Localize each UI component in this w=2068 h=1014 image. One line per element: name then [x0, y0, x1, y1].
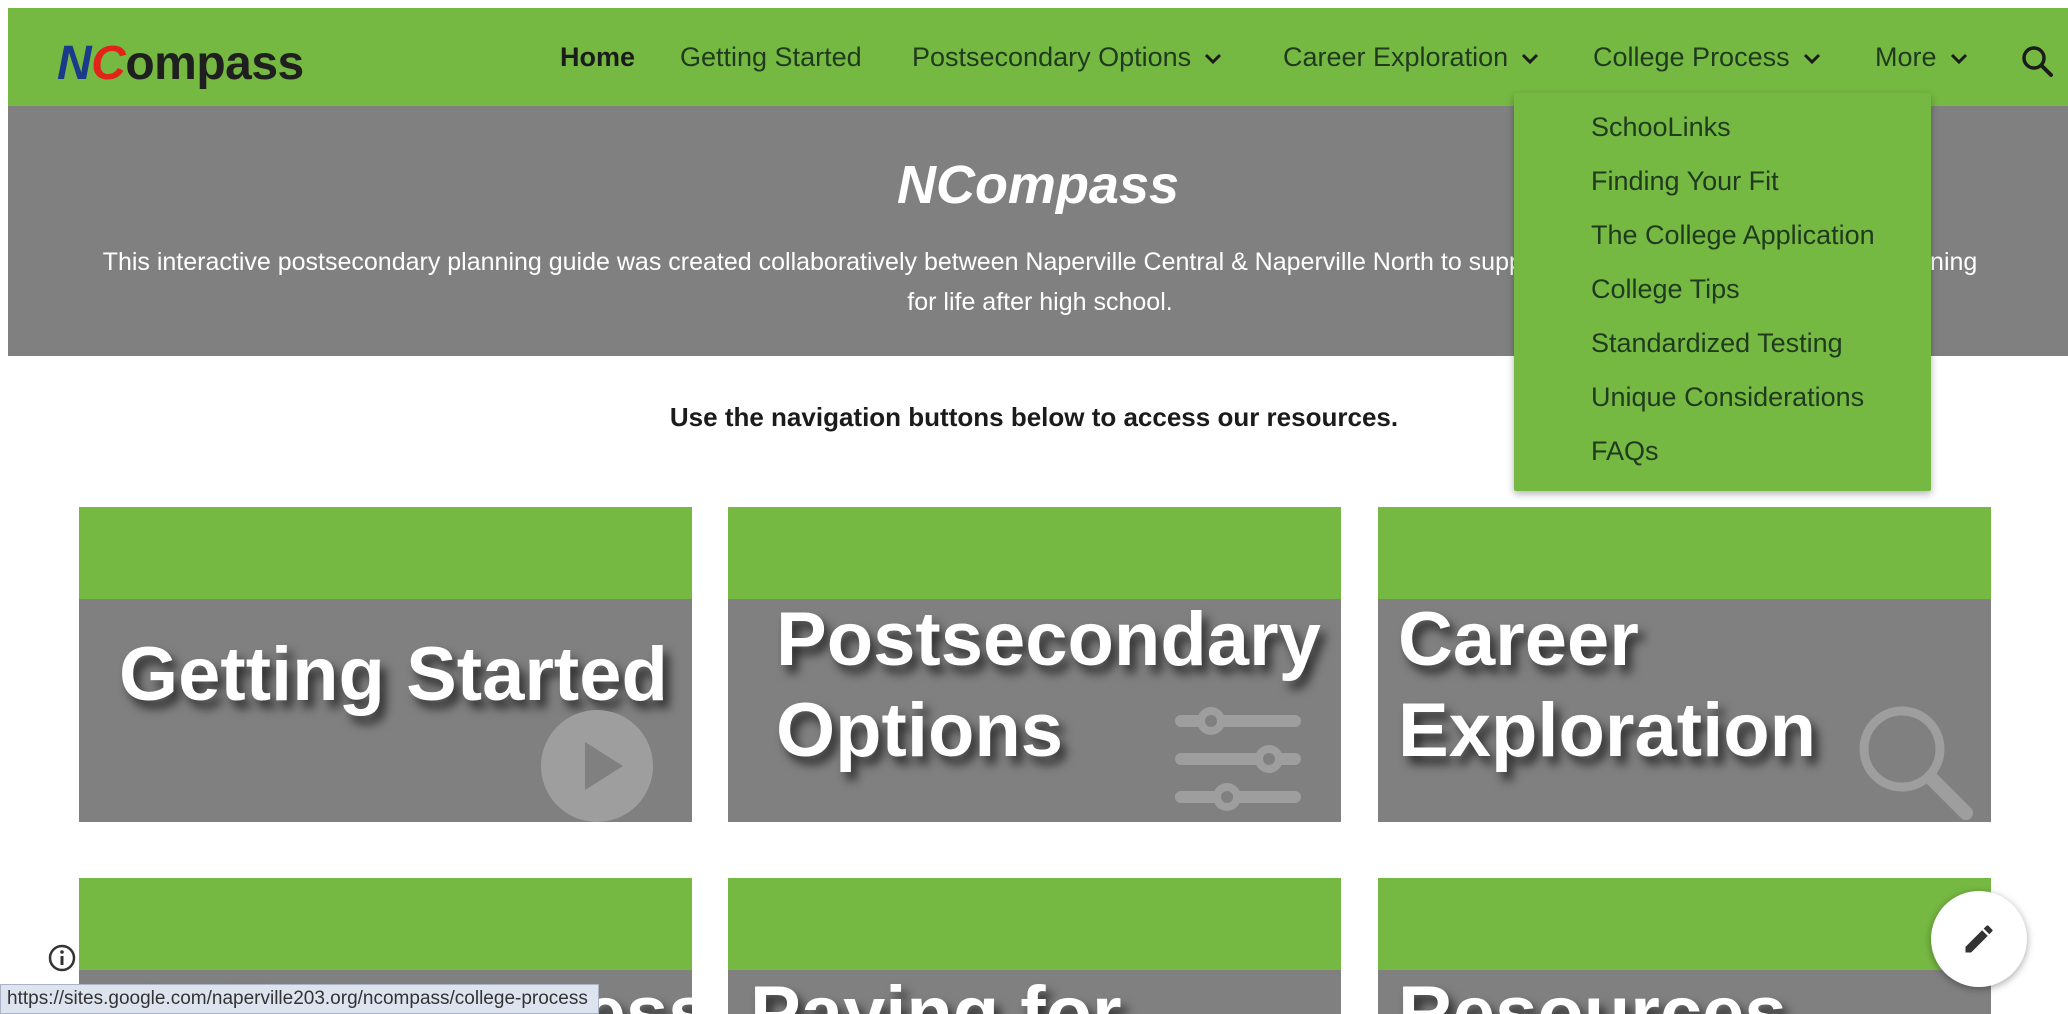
nav-getting-started[interactable]: Getting Started: [680, 8, 862, 106]
card-title-line1: Postsecondary: [776, 597, 1321, 682]
nav-postsecondary-options[interactable]: Postsecondary Options: [912, 8, 1223, 106]
status-bar-url: https://sites.google.com/naperville203.o…: [0, 984, 599, 1014]
dropdown-item-unique-considerations[interactable]: Unique Considerations: [1591, 382, 1864, 413]
nav-college-process[interactable]: College Process: [1593, 8, 1822, 106]
chevron-down-icon: [1522, 53, 1539, 65]
card-title-line1: Career: [1398, 597, 1639, 682]
nav-more[interactable]: More: [1875, 8, 1969, 106]
card-band: [728, 507, 1341, 599]
card-title-line2: Exploration: [1398, 688, 1817, 773]
info-icon[interactable]: [47, 943, 77, 973]
nav-home-label: Home: [560, 41, 636, 72]
pencil-icon: [1965, 925, 1993, 953]
card-title: Resources: [1398, 971, 1787, 1014]
dropdown-item-faqs[interactable]: FAQs: [1591, 436, 1659, 467]
nav-career-label: Career Exploration: [1283, 41, 1509, 72]
logo-letter-c: C: [91, 37, 126, 90]
search-icon[interactable]: [2020, 44, 2054, 78]
nav-postsecondary-label: Postsecondary Options: [912, 41, 1192, 72]
college-process-dropdown: SchooLinks Finding Your Fit The College …: [1514, 93, 1931, 491]
card-band: [79, 507, 692, 599]
site-header: NCompass Home Getting Started Postsecond…: [8, 8, 2068, 106]
play-icon: [541, 710, 653, 822]
logo-rest: ompass: [125, 37, 304, 90]
card-postsecondary-options[interactable]: Postsecondary Options: [728, 507, 1341, 822]
nav-getting-started-label: Getting Started: [680, 41, 862, 72]
card-band: [1378, 878, 1991, 970]
chevron-down-icon: [1205, 53, 1222, 65]
card-resources[interactable]: Resources: [1378, 878, 1991, 1014]
card-band: [1378, 507, 1991, 599]
card-band: [79, 878, 692, 970]
dropdown-item-standardized-testing[interactable]: Standardized Testing: [1591, 328, 1843, 359]
nav-college-label: College Process: [1593, 41, 1790, 72]
card-title-line2: Options: [776, 688, 1064, 773]
card-title: Getting Started: [119, 632, 668, 717]
sliders-icon: [1175, 707, 1301, 811]
card-band: [728, 878, 1341, 970]
chevron-down-icon: [1803, 53, 1820, 65]
chevron-down-icon: [1950, 53, 1967, 65]
card-title: Paying for: [750, 971, 1122, 1014]
card-career-exploration[interactable]: Career Exploration: [1378, 507, 1991, 822]
edit-button[interactable]: [1931, 891, 2027, 987]
dropdown-item-schoolinks[interactable]: SchooLinks: [1591, 112, 1731, 143]
site-logo[interactable]: NCompass: [57, 36, 304, 91]
logo-letter-n: N: [57, 37, 92, 90]
nav-home[interactable]: Home: [560, 8, 635, 106]
dropdown-item-college-tips[interactable]: College Tips: [1591, 274, 1740, 305]
nav-career-exploration[interactable]: Career Exploration: [1283, 8, 1540, 106]
nav-more-label: More: [1875, 41, 1937, 72]
dropdown-item-finding-your-fit[interactable]: Finding Your Fit: [1591, 166, 1779, 197]
card-paying-for[interactable]: Paying for: [728, 878, 1341, 1014]
dropdown-item-college-application[interactable]: The College Application: [1591, 220, 1875, 251]
magnifier-icon: [1859, 706, 1973, 820]
card-getting-started[interactable]: Getting Started: [79, 507, 692, 822]
